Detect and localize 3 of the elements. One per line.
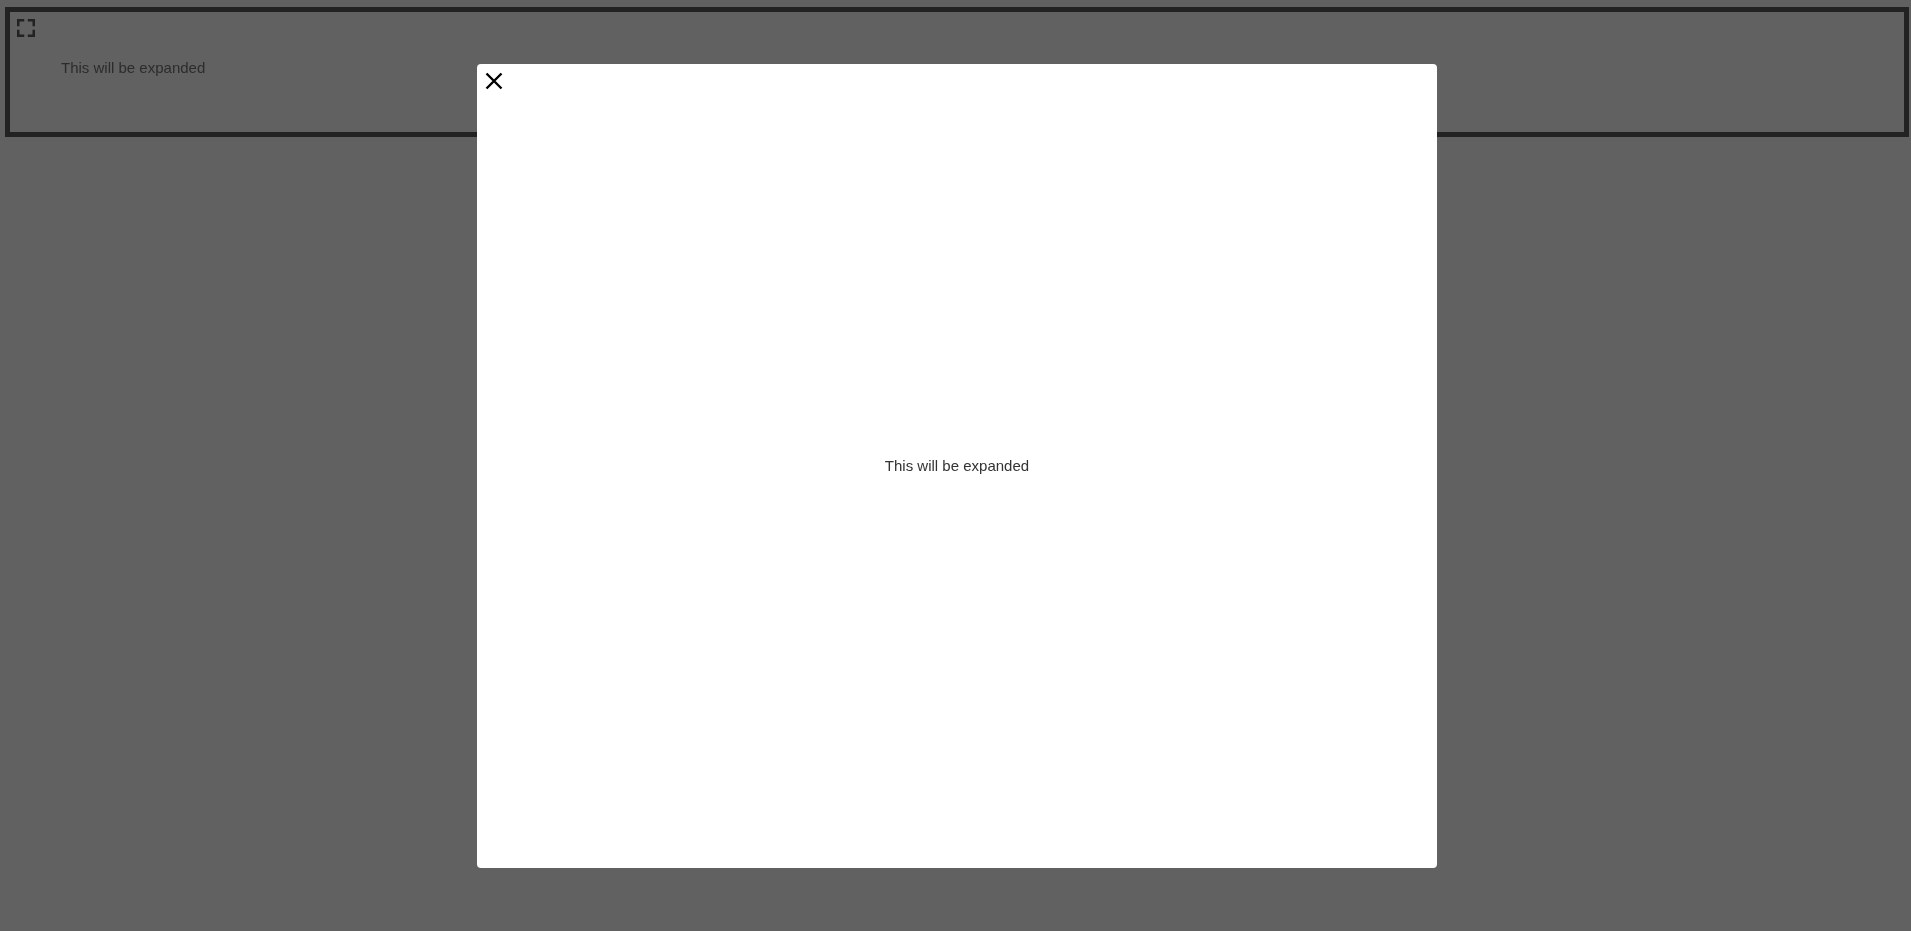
close-icon[interactable] [485, 71, 503, 90]
expand-icon[interactable] [17, 19, 35, 37]
modal-text: This will be expanded [884, 456, 1030, 475]
